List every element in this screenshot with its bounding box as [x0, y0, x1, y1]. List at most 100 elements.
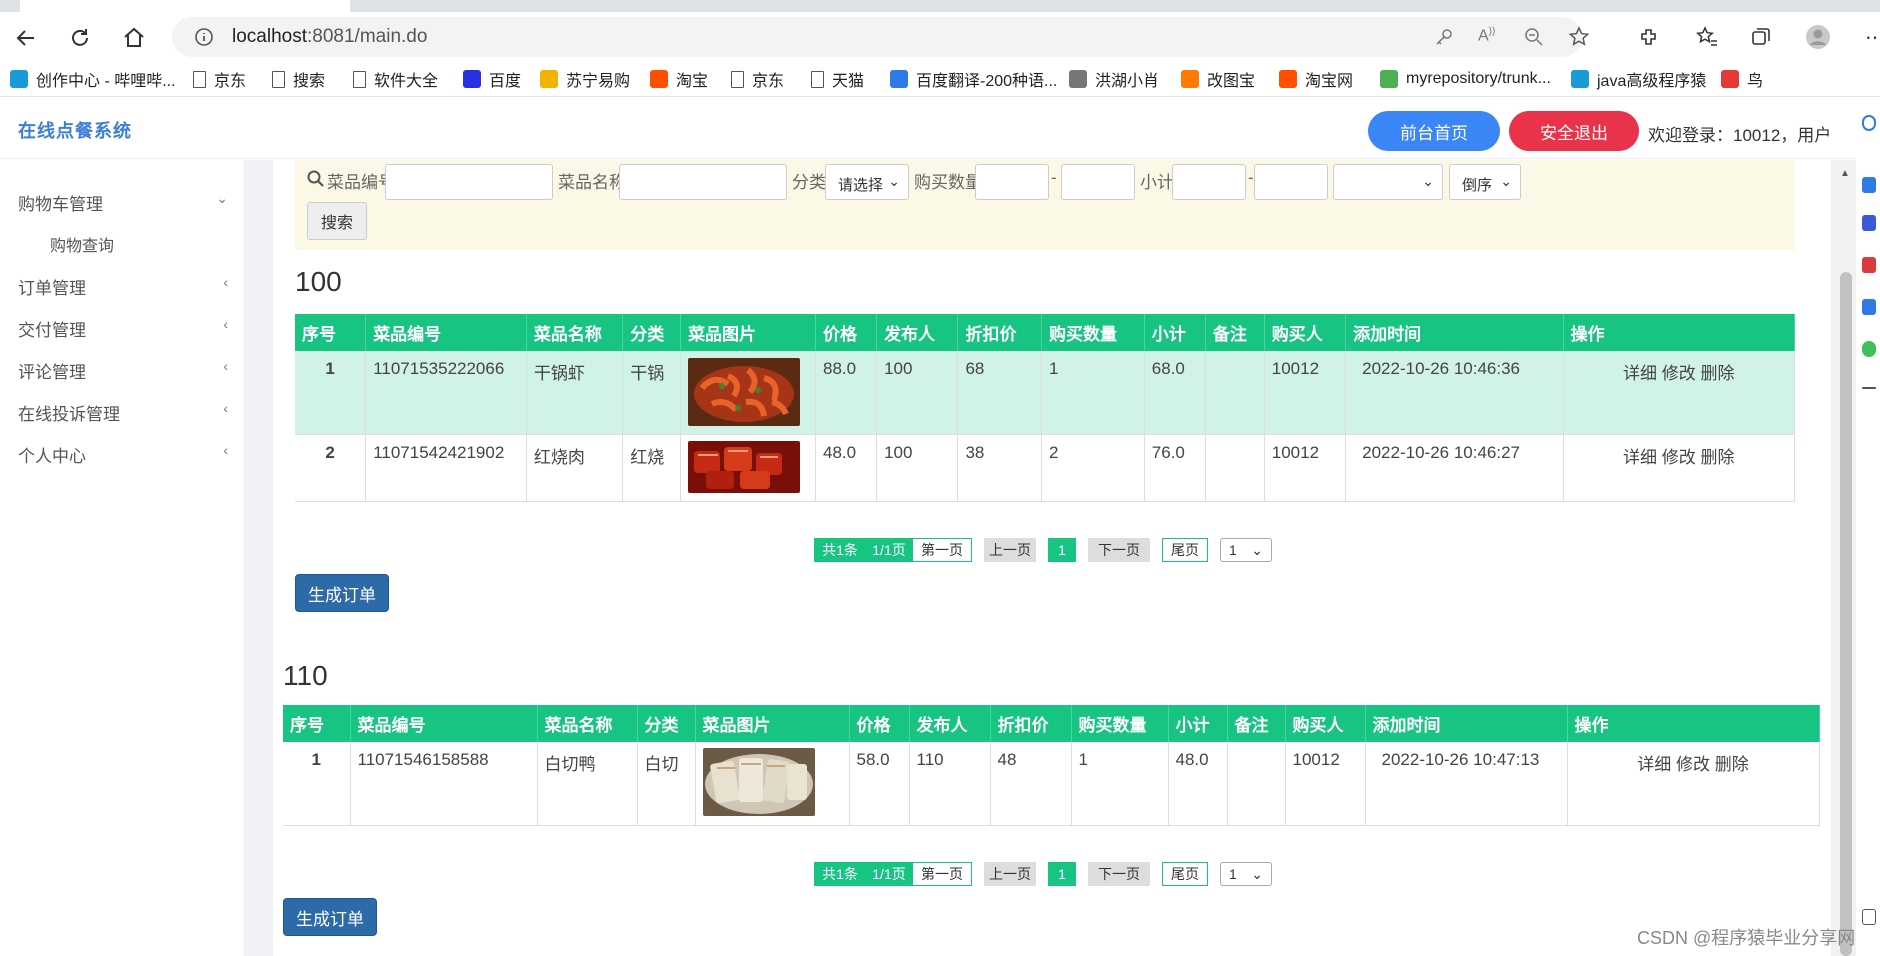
dry-pot-shrimp-image: [688, 358, 801, 426]
sidebar-item-comment-management[interactable]: 评论管理 ‹: [18, 358, 228, 383]
table-row[interactable]: 1 11071546158588 白切鸭 白切 58.0 110 48 1 48…: [283, 742, 1820, 826]
sidebar-item-label: 订单管理: [18, 279, 86, 298]
sort-order-select[interactable]: 倒序 ⌄: [1449, 164, 1521, 200]
favorite-add-icon[interactable]: [1568, 26, 1590, 53]
quantity-min-input[interactable]: [975, 164, 1049, 200]
pager-page-select[interactable]: 1 ⌄: [1220, 862, 1272, 886]
key-icon[interactable]: [1434, 27, 1454, 52]
col-buyer: 购买人: [1285, 705, 1366, 742]
table-row[interactable]: 1 11071535222066 干锅虾 干锅 88.0 100 68 1 68…: [295, 351, 1796, 435]
favorites-icon[interactable]: [1694, 24, 1720, 50]
info-icon[interactable]: [194, 27, 214, 52]
pager-current-page[interactable]: 1: [1048, 862, 1076, 886]
bookmark-item[interactable]: 京东: [731, 68, 784, 90]
sidebar-item-personal-center[interactable]: 个人中心 ‹: [18, 442, 228, 467]
cell-price: 48.0: [815, 434, 878, 502]
generate-order-button[interactable]: 生成订单: [295, 574, 389, 612]
bookmark-item[interactable]: 百度: [463, 68, 521, 90]
subtotal-min-input[interactable]: [1172, 164, 1246, 200]
bookmark-item[interactable]: 改图宝: [1181, 68, 1255, 90]
search-sidebar-icon[interactable]: [1862, 115, 1876, 131]
bookmarks-bar: 创作中心 - 哔哩哔... 京东 搜索 软件大全 百度 苏宁易购 淘宝 京东 天猫 百度翻译-20…: [0, 61, 1880, 97]
bookmark-item[interactable]: 创作中心 - 哔哩哔...: [10, 68, 176, 90]
sidebar-item-complaint-management[interactable]: 在线投诉管理 ‹: [18, 400, 228, 425]
bookmark-item[interactable]: 京东: [193, 68, 246, 90]
bookmark-item[interactable]: java高级程序猿: [1571, 68, 1706, 90]
bookmark-item[interactable]: 淘宝: [650, 68, 708, 90]
home-page-button[interactable]: 前台首页: [1368, 111, 1500, 151]
dish-name-input[interactable]: [619, 164, 787, 200]
pager-last-button[interactable]: 尾页: [1162, 538, 1208, 562]
address-bar[interactable]: localhost:8081/main.do A)): [172, 17, 1590, 57]
white-cut-duck-image: [702, 748, 815, 816]
bookmark-item[interactable]: 鸟: [1721, 68, 1763, 90]
row-actions[interactable]: 详细 修改 删除: [1567, 742, 1820, 826]
logout-button[interactable]: 安全退出: [1509, 111, 1639, 151]
content-scrollbar[interactable]: ▲: [1836, 160, 1856, 956]
sidebar-app-icon[interactable]: [1862, 177, 1876, 193]
bookmark-item[interactable]: myrepository/trunk...: [1380, 68, 1551, 90]
active-tab[interactable]: [20, 0, 350, 12]
pager-prev-button[interactable]: 上一页: [984, 538, 1036, 562]
col-subtotal: 小计: [1168, 705, 1228, 742]
pager-prev-button[interactable]: 上一页: [984, 862, 1036, 886]
subtotal-max-input[interactable]: [1254, 164, 1328, 200]
profile-avatar-icon[interactable]: [1805, 24, 1831, 50]
bookmark-item[interactable]: 百度翻译-200种语...: [890, 68, 1057, 90]
sidebar-item-cart-query[interactable]: 购物查询: [50, 232, 210, 256]
pager-current-page[interactable]: 1: [1048, 538, 1076, 562]
pager-next-button[interactable]: 下一页: [1088, 862, 1150, 886]
table-row[interactable]: 2 11071542421902 红烧肉 红烧 48.0 100 38 2 76…: [295, 434, 1796, 502]
pager-first-button[interactable]: 第一页: [912, 538, 972, 562]
row-actions[interactable]: 详细 修改 删除: [1563, 434, 1796, 502]
search-button[interactable]: 搜索: [307, 202, 367, 240]
sidebar-people-icon[interactable]: [1862, 215, 1876, 231]
bookmark-item[interactable]: 软件大全: [353, 68, 438, 90]
home-icon[interactable]: [118, 22, 150, 54]
bookmark-label: 淘宝: [676, 73, 709, 90]
cell-publisher: 100: [876, 434, 959, 502]
category-select[interactable]: 请选择 ⌄: [825, 164, 909, 200]
collections-icon[interactable]: [1748, 24, 1774, 50]
pager-page-select[interactable]: 1 ⌄: [1220, 538, 1272, 562]
col-note: 备注: [1205, 314, 1265, 351]
scrollbar-thumb[interactable]: [1840, 272, 1852, 956]
sidebar-item-delivery-management[interactable]: 交付管理 ‹: [18, 316, 228, 341]
sidebar: 购物车管理 ⌄ 购物查询 订单管理 ‹ 交付管理 ‹ 评论管理 ‹ 在线投诉管理…: [0, 160, 245, 956]
sidebar-item-cart-management[interactable]: 购物车管理 ⌄: [18, 190, 228, 215]
bookmark-item[interactable]: 搜索: [272, 68, 325, 90]
scroll-up-icon[interactable]: ▲: [1840, 168, 1850, 179]
generate-order-button[interactable]: 生成订单: [283, 898, 377, 936]
pager-summary: 共1条: [814, 538, 866, 562]
zoom-out-icon[interactable]: [1524, 27, 1544, 52]
chevron-left-icon: ‹: [223, 400, 228, 416]
col-category: 分类: [637, 705, 696, 742]
sidebar-add-icon[interactable]: [1862, 387, 1876, 389]
cell-name: 白切鸭: [537, 742, 638, 826]
sidebar-settings-icon[interactable]: [1862, 909, 1876, 925]
sort-field-select[interactable]: ⌄: [1333, 164, 1443, 200]
read-aloud-icon[interactable]: A)): [1478, 26, 1495, 45]
extensions-icon[interactable]: [1636, 24, 1662, 50]
pager-last-button[interactable]: 尾页: [1162, 862, 1208, 886]
cell-image: [680, 351, 817, 435]
dish-code-input[interactable]: [385, 164, 553, 200]
row-actions[interactable]: 详细 修改 删除: [1563, 351, 1796, 435]
bookmark-item[interactable]: 苏宁易购: [540, 68, 630, 90]
reload-icon[interactable]: [64, 22, 96, 54]
quantity-max-input[interactable]: [1061, 164, 1135, 200]
col-actions: 操作: [1567, 705, 1820, 742]
cell-added-time: 2022-10-26 10:46:36: [1345, 351, 1564, 435]
pager-next-button[interactable]: 下一页: [1088, 538, 1150, 562]
bookmark-item[interactable]: 天猫: [811, 68, 864, 90]
chevron-left-icon: ‹: [223, 442, 228, 458]
bookmark-item[interactable]: 洪湖小肖: [1069, 68, 1159, 90]
bookmark-item[interactable]: 淘宝网: [1279, 68, 1353, 90]
sidebar-tools-icon[interactable]: [1862, 341, 1876, 357]
more-menu-icon[interactable]: ⋯: [1862, 24, 1880, 50]
sidebar-item-order-management[interactable]: 订单管理 ‹: [18, 274, 228, 299]
back-icon[interactable]: [10, 22, 42, 54]
sidebar-outlook-icon[interactable]: [1862, 299, 1876, 315]
sidebar-office-icon[interactable]: [1862, 257, 1876, 273]
pager-first-button[interactable]: 第一页: [912, 862, 972, 886]
